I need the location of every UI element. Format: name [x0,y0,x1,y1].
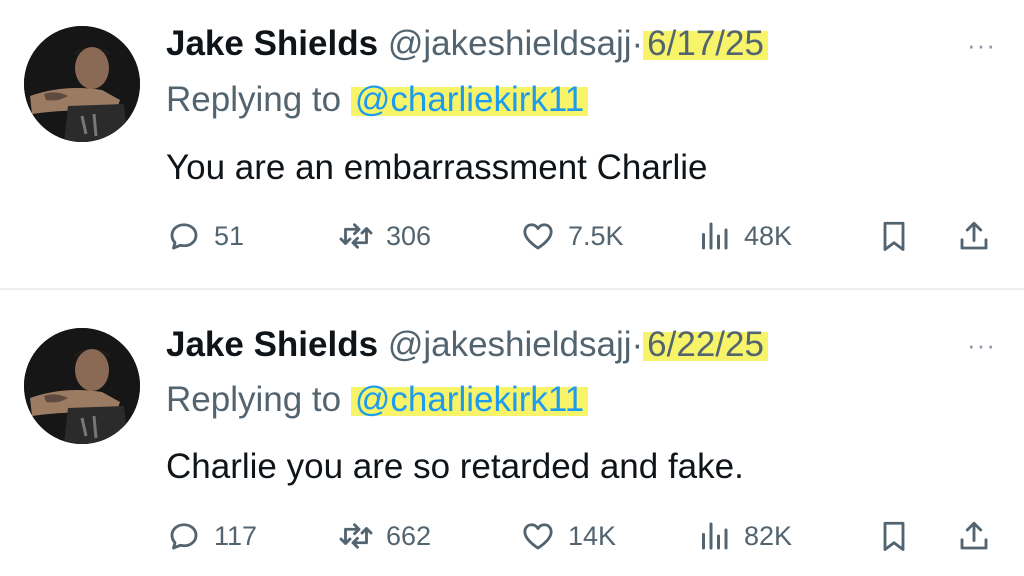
retweet-button[interactable]: 662 [338,512,431,560]
views-icon [702,522,728,550]
mention-link[interactable]: @charliekirk11 [350,80,589,119]
tweet-header: Jake Shields @jakeshieldsajj· 6/17/25 [166,22,768,66]
share-icon [960,521,988,550]
views-count: 48K [744,220,793,251]
reply-button[interactable]: 51 [166,212,244,260]
like-count: 7.5K [568,220,624,251]
replying-to-label: Replying to [166,380,342,419]
tweet-date[interactable]: 6/17/25 [643,24,768,63]
share-icon [960,221,988,250]
author-handle[interactable]: @jakeshieldsajj [388,24,632,63]
avatar-image [24,328,140,444]
mention-link[interactable]: @charliekirk11 [350,380,589,419]
tweet[interactable]: Jake Shields @jakeshieldsajj· 6/22/25 ···… [0,288,1024,576]
author-handle[interactable]: @jakeshieldsajj [388,325,632,364]
reply-count: 117 [214,520,258,551]
bookmark-button[interactable] [876,512,912,560]
author-name[interactable]: Jake Shields [166,325,378,364]
like-button[interactable]: 14K [520,512,616,560]
tweet-header: Jake Shields @jakeshieldsajj· 6/22/25 [166,323,768,367]
reply-icon [170,223,198,250]
heart-icon [523,223,553,250]
separator: · [631,325,644,364]
bookmark-icon [883,521,905,551]
reply-count: 51 [214,220,245,251]
more-options-button[interactable]: ··· [967,30,996,61]
reply-icon [170,523,198,550]
retweet-button[interactable]: 306 [338,212,431,260]
replying-to: Replying to @charliekirk11 [166,378,589,422]
avatar-image [24,26,140,142]
like-count: 14K [568,520,617,551]
like-button[interactable]: 7.5K [520,212,624,260]
tweet-text: You are an embarrassment Charlie [166,148,708,187]
avatar[interactable] [24,26,140,142]
views-button[interactable]: 48K [696,212,792,260]
more-options-button[interactable]: ··· [967,330,996,361]
views-button[interactable]: 82K [696,512,792,560]
retweet-count: 662 [386,520,432,551]
share-button[interactable] [956,512,992,560]
tweet[interactable]: Jake Shields @jakeshieldsajj· 6/17/25 ···… [0,0,1024,288]
views-icon [702,222,728,250]
replying-to-label: Replying to [166,80,342,119]
share-button[interactable] [956,212,992,260]
retweet-icon [339,223,373,249]
heart-icon [523,523,553,550]
separator: · [631,24,644,63]
action-bar: 51 306 7.5K 48K [166,212,1002,260]
avatar[interactable] [24,328,140,444]
bookmark-icon [883,221,905,251]
replying-to: Replying to @charliekirk11 [166,78,589,122]
views-count: 82K [744,520,793,551]
tweet-date[interactable]: 6/22/25 [643,325,768,364]
reply-button[interactable]: 117 [166,512,257,560]
retweet-icon [339,523,373,549]
author-name[interactable]: Jake Shields [166,24,378,63]
tweet-text: Charlie you are so retarded and fake. [166,447,744,486]
action-bar: 117 662 14K 82K [166,512,1002,560]
bookmark-button[interactable] [876,212,912,260]
retweet-count: 306 [386,220,432,251]
